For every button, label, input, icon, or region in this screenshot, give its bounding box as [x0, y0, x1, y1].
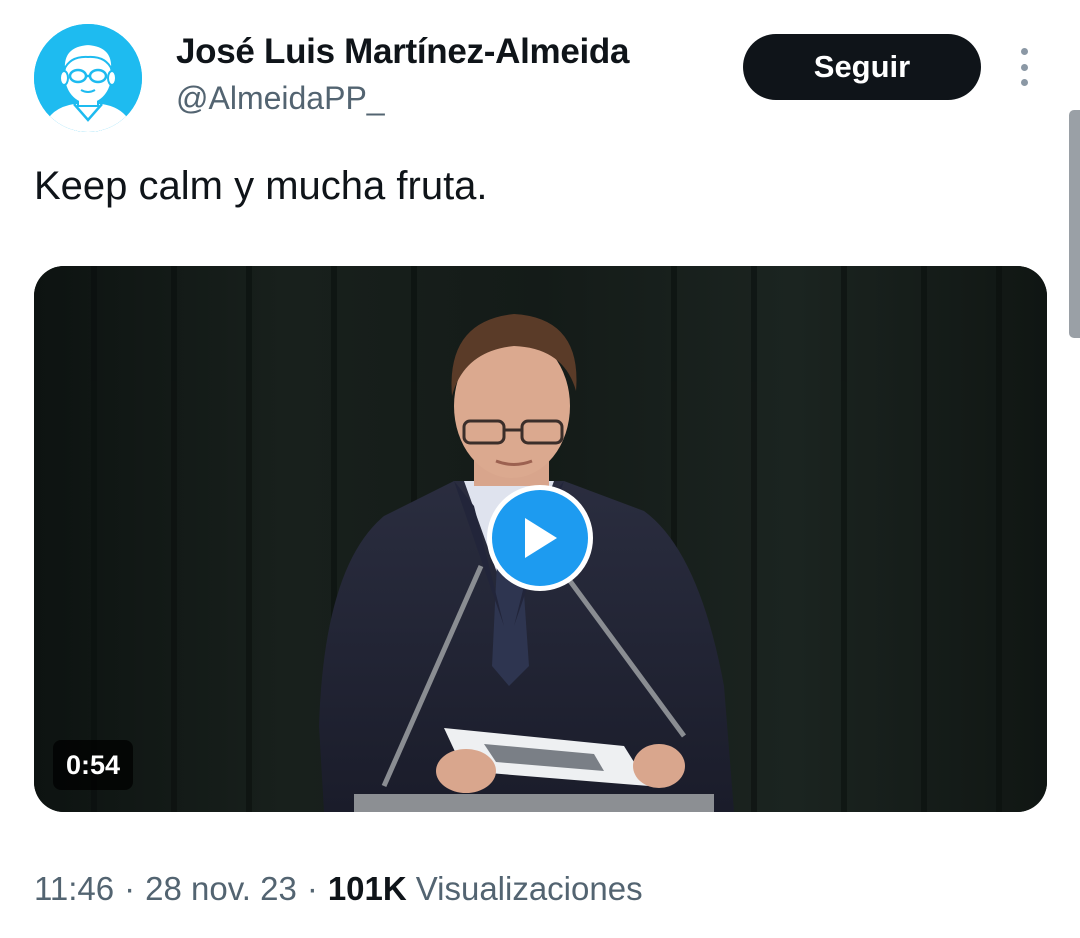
- author-display-name[interactable]: José Luis Martínez-Almeida: [176, 32, 629, 72]
- tweet-date[interactable]: 28 nov. 23: [145, 870, 297, 908]
- views-count: 101K: [327, 870, 407, 907]
- author-handle[interactable]: @AlmeidaPP_: [176, 80, 385, 117]
- tweet-text: Keep calm y mucha fruta.: [34, 164, 488, 208]
- vertical-ellipsis-icon[interactable]: [1014, 48, 1034, 86]
- scrollbar-thumb[interactable]: [1069, 110, 1080, 338]
- dot: [1020, 79, 1028, 86]
- cartoon-face-with-glasses-icon: [34, 24, 142, 132]
- play-triangle: [525, 518, 557, 558]
- tweet-time[interactable]: 11:46: [34, 870, 114, 908]
- views-label: Visualizaciones: [415, 870, 643, 907]
- avatar[interactable]: [34, 24, 142, 132]
- tweet-meta: 11:46 · 28 nov. 23 · 101K Visualizacione…: [34, 870, 643, 908]
- dot: [1020, 63, 1028, 71]
- separator: ·: [306, 870, 318, 907]
- dot: [1020, 48, 1028, 55]
- separator: ·: [124, 870, 136, 907]
- follow-button[interactable]: Seguir: [743, 34, 981, 100]
- video-duration: 0:54: [53, 740, 134, 790]
- tweet-card: José Luis Martínez-Almeida @AlmeidaPP_ S…: [0, 0, 1080, 938]
- video-player[interactable]: 0:54: [34, 266, 1047, 812]
- play-icon[interactable]: [487, 485, 593, 591]
